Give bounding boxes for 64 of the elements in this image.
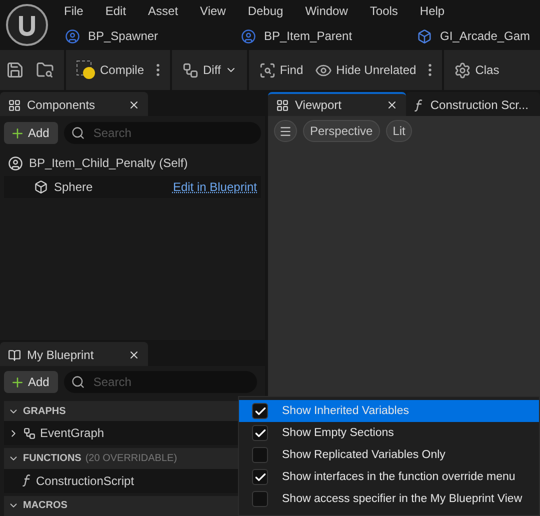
panel-tab[interactable]: Viewport	[268, 92, 406, 116]
edit-in-blueprint-link[interactable]: Edit in Blueprint	[172, 180, 257, 194]
find-button[interactable]: Find	[252, 58, 310, 82]
viewport-menu-button[interactable]	[274, 120, 297, 142]
book-icon	[8, 348, 21, 362]
settings-icon	[454, 62, 472, 78]
checkbox[interactable]	[252, 469, 268, 485]
search-field[interactable]: Search	[64, 122, 261, 144]
document-tab[interactable]: GI_Arcade_Gam	[440, 29, 530, 43]
checkbox[interactable]	[252, 403, 268, 419]
menu-item[interactable]: File	[53, 4, 94, 18]
diff-icon	[182, 62, 200, 78]
tree-item[interactable]: BP_Item_Child_Penalty (Self)	[29, 156, 188, 170]
menu-icon	[279, 124, 292, 138]
actor-icon	[241, 28, 256, 44]
search-icon	[71, 126, 86, 140]
menu-item[interactable]: Edit	[94, 4, 138, 18]
checkbox[interactable]	[252, 491, 268, 507]
checkbox[interactable]	[252, 425, 268, 441]
search-input[interactable]: Search	[91, 125, 254, 141]
compile-icon	[76, 60, 96, 80]
panel-title: Components	[27, 98, 96, 112]
panel-tab[interactable]: Construction Scr...	[406, 92, 540, 116]
viewport-icon	[276, 98, 289, 112]
search-field[interactable]: Search	[64, 371, 258, 393]
search-input[interactable]: Search	[91, 374, 250, 390]
close-icon[interactable]	[128, 99, 140, 111]
menu-option[interactable]: Show Inherited Variables	[239, 400, 539, 422]
menu-item[interactable]: Window	[294, 4, 359, 18]
cube-icon	[417, 28, 432, 44]
cube-icon	[34, 180, 48, 194]
plus-icon	[10, 126, 25, 140]
tree-item[interactable]: Sphere	[54, 180, 93, 194]
folder-search-icon	[36, 61, 54, 79]
close-icon[interactable]	[386, 99, 398, 111]
search-icon	[258, 62, 276, 78]
close-icon[interactable]	[128, 349, 140, 361]
checkbox[interactable]	[252, 447, 268, 463]
add-button[interactable]: Add	[4, 371, 58, 393]
components-icon	[8, 98, 21, 112]
search-icon	[71, 375, 86, 389]
save-icon	[6, 61, 24, 79]
plus-icon	[10, 374, 25, 390]
menu-item[interactable]: Debug	[236, 4, 294, 18]
menu-item[interactable]: Asset	[137, 4, 190, 18]
diff-button[interactable]: Diff	[176, 58, 243, 82]
menu-item[interactable]: View	[189, 4, 237, 18]
class-settings-button[interactable]: Clas	[448, 58, 506, 82]
viewport-option-button[interactable]: Perspective	[303, 120, 380, 142]
add-button[interactable]: Add	[4, 122, 58, 144]
actor-icon	[8, 156, 23, 170]
hide-unrelated-button[interactable]: Hide Unrelated	[309, 58, 422, 82]
document-tab[interactable]: BP_Spawner	[88, 29, 158, 43]
menu-item[interactable]: Tools	[358, 4, 409, 18]
menu-item[interactable]: Help	[408, 4, 456, 18]
viewport-option-button[interactable]: Lit	[386, 120, 412, 142]
function-icon	[414, 98, 424, 112]
function-icon	[22, 474, 32, 488]
graph-icon	[23, 426, 36, 440]
panel-title: My Blueprint	[27, 348, 94, 362]
compile-button[interactable]: Compile	[70, 56, 150, 84]
document-tab[interactable]: BP_Item_Parent	[264, 29, 352, 43]
logo-icon	[5, 3, 49, 47]
actor-icon	[65, 28, 80, 44]
